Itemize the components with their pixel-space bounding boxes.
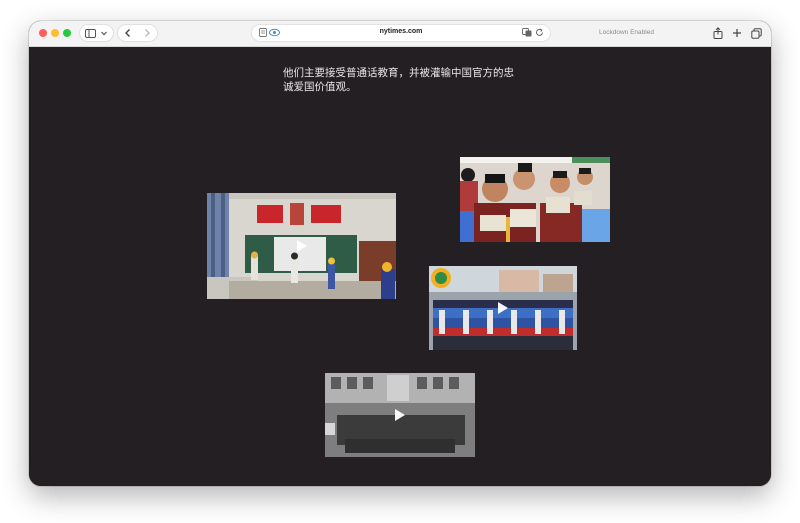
url-text: nytimes.com xyxy=(379,28,423,35)
students-assembly-video[interactable] xyxy=(429,266,577,350)
students-reading-image xyxy=(460,157,610,242)
close-window-button[interactable] xyxy=(39,29,47,37)
classroom-video[interactable] xyxy=(207,193,396,299)
page-content: 他们主要接受普通话教育，并被灌输中国官方的忠诚爱国价值观。 xyxy=(29,47,771,486)
translate-icon[interactable] xyxy=(522,28,532,37)
address-bar[interactable]: nytimes.com xyxy=(251,24,551,42)
back-icon[interactable] xyxy=(124,28,132,38)
share-button[interactable] xyxy=(710,25,726,41)
browser-window: nytimes.com Lockdown Enabled 他们主要接受普通话教育… xyxy=(29,21,771,486)
play-icon[interactable] xyxy=(297,240,307,252)
article-caption: 他们主要接受普通话教育，并被灌输中国官方的忠诚爱国价值观。 xyxy=(283,67,514,93)
play-icon[interactable] xyxy=(395,409,405,421)
play-icon[interactable] xyxy=(498,302,508,314)
students-reading-photo xyxy=(460,157,610,242)
sidebar-toggle-button[interactable] xyxy=(79,24,114,42)
tabs-icon xyxy=(750,27,762,39)
lockdown-indicator: Lockdown Enabled xyxy=(599,29,654,36)
reload-icon[interactable] xyxy=(535,28,544,37)
browser-toolbar: nytimes.com Lockdown Enabled xyxy=(29,21,771,47)
sidebar-icon xyxy=(85,28,96,38)
students-marching-video[interactable] xyxy=(325,373,475,457)
new-tab-button[interactable] xyxy=(729,25,745,41)
share-icon xyxy=(713,27,723,39)
forward-icon[interactable] xyxy=(143,28,151,38)
chevron-down-icon xyxy=(101,31,107,36)
tab-overview-button[interactable] xyxy=(748,25,764,41)
navigation-buttons xyxy=(117,24,158,42)
maximize-window-button[interactable] xyxy=(63,29,71,37)
plus-icon xyxy=(733,29,741,37)
minimize-window-button[interactable] xyxy=(51,29,59,37)
